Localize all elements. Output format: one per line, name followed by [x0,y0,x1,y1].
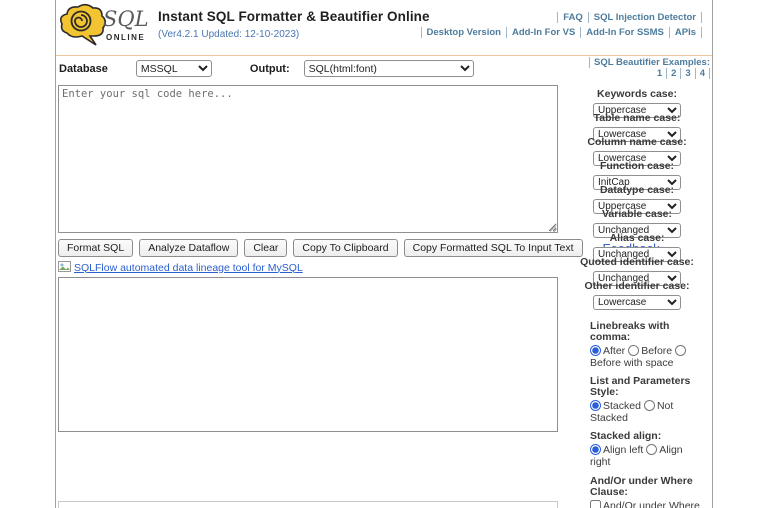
sqlflow-row: SQLFlow automated data lineage tool for … [58,261,303,274]
checkbox-andor-under-where[interactable]: And/Or under Where [590,500,700,508]
formatted-output-area [58,277,558,432]
list-parameters-style-group: List and Parameters Style: Stacked Not St… [562,376,712,424]
other-identifier-case-select[interactable]: Lowercase [593,295,681,310]
bottom-cutoff-panel [58,501,558,508]
broken-image-icon [58,261,71,272]
version-text: (Ver4.2.1 Updated: 12-10-2023) [158,29,300,40]
function-case-label: Function case: [599,160,675,172]
list-parameters-style-label: List and Parameters Style: [590,375,691,398]
function-case-group: Function case: InitCap [562,160,712,190]
clear-button[interactable]: Clear [244,239,288,257]
header-links: FAQ SQL Injection Detector Desktop Versio… [420,10,702,40]
quoted-identifier-case-group: Quoted identifier case: Unchanged [562,256,712,286]
variable-case-group: Variable case: Unchanged [562,208,712,238]
example-link-3[interactable]: 3 [680,68,695,79]
linebreaks-with-comma-group: Linebreaks with comma: After BeforeBefore… [562,321,712,369]
svg-text:ONLINE: ONLINE [106,33,145,42]
variable-case-label: Variable case: [601,208,673,220]
andor-under-where-group: And/Or under Where Clause: And/Or under … [562,476,712,508]
link-addin-vs[interactable]: Add-In For VS [505,27,581,38]
table-name-case-label: Table name case: [593,112,681,124]
sqlflow-link[interactable]: SQLFlow automated data lineage tool for … [74,262,303,274]
format-controls: Database MSSQL Output: SQL(html:font) [59,60,474,77]
radio-align-left[interactable]: Align left [590,444,643,456]
link-desktop-version[interactable]: Desktop Version [420,27,506,38]
options-sidebar: SQL Beautifier Examples: 1234 Keywords c… [562,57,712,508]
header-divider [56,55,712,56]
database-label: Database [59,62,108,75]
column-name-case-label: Column name case: [587,136,687,148]
svg-text:SQL: SQL [103,7,149,31]
format-sql-button[interactable]: Format SQL [58,239,134,257]
link-addin-ssms[interactable]: Add-In For SSMS [580,27,669,38]
alias-case-group: Alias case: Unchanged [562,232,712,262]
sql-code-input[interactable] [58,85,558,233]
copy-formatted-sql-button[interactable]: Copy Formatted SQL To Input Text [403,239,583,257]
linebreaks-with-comma-label: Linebreaks with comma: [590,320,670,343]
table-name-case-group: Table name case: Lowercase [562,112,712,142]
page-container: SQL ONLINE Instant SQL Formatter & Beaut… [55,0,713,508]
sql-beautifier-examples: SQL Beautifier Examples: 1234 [562,57,712,79]
analyze-dataflow-button[interactable]: Analyze Dataflow [139,239,239,257]
datatype-case-label: Datatype case: [599,184,675,196]
copy-to-clipboard-button[interactable]: Copy To Clipboard [293,239,398,257]
output-select[interactable]: SQL(html:font) [303,60,474,77]
datatype-case-group: Datatype case: Uppercase [562,184,712,214]
radio-before[interactable]: Before [628,345,672,357]
sql-online-logo-icon[interactable]: SQL ONLINE [59,3,151,49]
other-identifier-case-label: Other identifier case: [584,280,690,292]
andor-under-where-label: And/Or under Where Clause: [590,475,693,498]
example-link-2[interactable]: 2 [666,68,681,79]
header-links-row2: Desktop Version Add-In For VS Add-In For S… [420,25,702,40]
link-apis[interactable]: APIs [668,27,702,38]
keywords-case-label: Keywords case: [597,88,677,100]
database-select[interactable]: MSSQL [135,60,212,77]
output-label: Output: [249,62,290,75]
alias-case-label: Alias case: [609,232,665,244]
other-identifier-case-group: Other identifier case: Lowercase [562,280,712,310]
header-links-row1: FAQ SQL Injection Detector [421,10,702,25]
keywords-case-group: Keywords case: Uppercase [562,88,712,118]
radio-after[interactable]: After [590,345,625,357]
page-title: Instant SQL Formatter & Beautifier Onlin… [158,9,430,24]
stacked-align-label: Stacked align: [590,430,662,442]
quoted-identifier-case-label: Quoted identifier case: [580,256,694,268]
link-sql-injection-detector[interactable]: SQL Injection Detector [587,12,702,23]
example-link-4[interactable]: 4 [694,68,710,79]
stacked-align-group: Stacked align: Align left Align right [562,431,712,468]
column-name-case-group: Column name case: Lowercase [562,136,712,166]
radio-stacked[interactable]: Stacked [590,400,641,412]
link-faq[interactable]: FAQ [557,12,588,23]
